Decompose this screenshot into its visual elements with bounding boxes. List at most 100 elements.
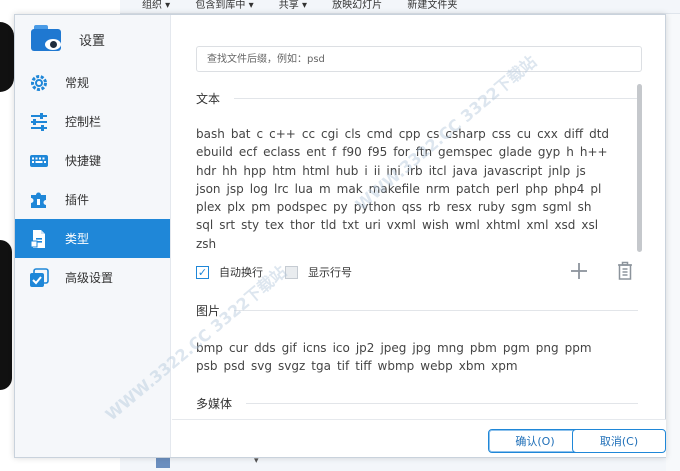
extension-tag[interactable]: html xyxy=(302,162,329,180)
extension-tag[interactable]: ebuild xyxy=(196,143,233,161)
extension-tag[interactable]: tga xyxy=(311,357,331,375)
extension-tag[interactable]: gif xyxy=(282,339,297,357)
extension-tag[interactable]: sty xyxy=(241,216,259,234)
extension-tag[interactable]: php xyxy=(525,180,548,198)
extension-tag[interactable]: psd xyxy=(224,357,246,375)
extension-tag[interactable]: log xyxy=(250,180,268,198)
extension-tag[interactable]: mak xyxy=(337,180,363,198)
extension-tag[interactable]: pgm xyxy=(503,339,530,357)
extension-tag[interactable]: hpp xyxy=(243,162,266,180)
extension-tag[interactable]: jsp xyxy=(227,180,244,198)
extension-tag[interactable]: lua xyxy=(295,180,313,198)
extension-tag[interactable]: uri xyxy=(365,216,381,234)
extension-tag[interactable]: dtd xyxy=(589,125,609,143)
extension-tag[interactable]: ftn xyxy=(416,143,432,161)
extension-tag[interactable]: ruby xyxy=(478,198,505,216)
extension-tag[interactable]: jpg xyxy=(412,339,431,357)
extension-tag[interactable]: cpp xyxy=(399,125,421,143)
sidebar-item-shortcuts[interactable]: 快捷键 xyxy=(15,141,170,180)
extension-tag[interactable]: wml xyxy=(455,216,480,234)
extension-tag[interactable]: diff xyxy=(564,125,583,143)
extension-tag[interactable]: zsh xyxy=(196,235,216,253)
extension-tag[interactable]: sh xyxy=(578,198,592,216)
ok-button[interactable]: 确认(O) xyxy=(488,429,582,453)
extension-tag[interactable]: irb xyxy=(407,162,423,180)
sidebar-item-control-bar[interactable]: 控制栏 xyxy=(15,102,170,141)
extension-tag[interactable]: jnlp xyxy=(548,162,570,180)
extension-tag[interactable]: xbm xyxy=(459,357,485,375)
extension-tag[interactable]: svg xyxy=(251,357,272,375)
extension-tag[interactable]: ppm xyxy=(565,339,592,357)
extension-tag[interactable]: json xyxy=(196,180,221,198)
extension-tag[interactable]: for xyxy=(393,143,410,161)
background-toolbar-item[interactable]: 新建文件夹 xyxy=(407,0,457,13)
extension-tag[interactable]: ent xyxy=(306,143,326,161)
extension-tag[interactable]: cur xyxy=(229,339,248,357)
extension-tag[interactable]: cls xyxy=(345,125,361,143)
extension-tag[interactable]: sql xyxy=(196,216,213,234)
content-scrollbar[interactable] xyxy=(637,84,642,252)
extension-tag[interactable]: c++ xyxy=(269,125,296,143)
extension-tag[interactable]: php4 xyxy=(554,180,584,198)
extension-tag[interactable]: f xyxy=(332,143,336,161)
extension-tag[interactable]: cc xyxy=(302,125,315,143)
extension-tag[interactable]: xhtml xyxy=(486,216,520,234)
extension-tag[interactable]: eclass xyxy=(263,143,300,161)
extension-tag[interactable]: tld xyxy=(321,216,337,234)
extension-tag[interactable]: gemspec xyxy=(438,143,493,161)
extension-tag[interactable]: cxx xyxy=(537,125,558,143)
extension-tag[interactable]: c xyxy=(257,125,264,143)
extension-tag[interactable]: m xyxy=(319,180,331,198)
extension-tag[interactable]: webp xyxy=(420,357,452,375)
extension-tag[interactable]: ecf xyxy=(239,143,257,161)
extension-tag[interactable]: js xyxy=(576,162,586,180)
extension-tag[interactable]: f95 xyxy=(368,143,388,161)
extension-tag[interactable]: vxml xyxy=(387,216,416,234)
background-toolbar-item[interactable]: 包含到库中 ▾ xyxy=(195,0,253,13)
sidebar-item-plugins[interactable]: 插件 xyxy=(15,180,170,219)
extension-tag[interactable]: gyp xyxy=(538,143,560,161)
line-numbers-checkbox[interactable] xyxy=(285,265,298,279)
extension-tag[interactable]: i xyxy=(364,162,367,180)
extension-tag[interactable]: py xyxy=(333,198,348,216)
extension-tag[interactable]: python xyxy=(354,198,396,216)
sidebar-item-advanced[interactable]: 高级设置 xyxy=(15,258,170,297)
extension-tag[interactable]: pl xyxy=(590,180,601,198)
extension-tag[interactable]: sgml xyxy=(543,198,572,216)
background-toolbar-item[interactable]: 放映幻灯片 xyxy=(332,0,382,13)
extension-tag[interactable]: nrm xyxy=(426,180,450,198)
extension-tag[interactable]: itcl xyxy=(429,162,447,180)
extension-tag[interactable]: lrc xyxy=(274,180,289,198)
add-extension-button[interactable] xyxy=(568,260,590,282)
extension-tag[interactable]: ii xyxy=(374,162,381,180)
extension-tag[interactable]: xpm xyxy=(491,357,517,375)
background-toolbar-item[interactable]: 共享 ▾ xyxy=(279,0,307,13)
extension-tag[interactable]: javascript xyxy=(484,162,543,180)
extension-tag[interactable]: tex xyxy=(265,216,284,234)
extension-tag[interactable]: css xyxy=(492,125,511,143)
extension-tag[interactable]: wbmp xyxy=(378,357,415,375)
extension-tag[interactable]: srt xyxy=(219,216,235,234)
extension-tag[interactable]: xsl xyxy=(581,216,598,234)
sidebar-item-general[interactable]: 常规 xyxy=(15,63,170,102)
extension-tag[interactable]: pm xyxy=(251,198,270,216)
extension-tag[interactable]: cu xyxy=(517,125,531,143)
cancel-button[interactable]: 取消(C) xyxy=(572,429,666,453)
extension-tag[interactable]: htm xyxy=(272,162,296,180)
extension-tag[interactable]: bat xyxy=(231,125,251,143)
extension-tag[interactable]: sgm xyxy=(511,198,537,216)
extension-tag[interactable]: hh xyxy=(222,162,237,180)
extension-tag[interactable]: xsd xyxy=(554,216,575,234)
extension-tag[interactable]: plx xyxy=(227,198,245,216)
extension-tag[interactable]: psb xyxy=(196,357,218,375)
extension-tag[interactable]: makefile xyxy=(369,180,420,198)
extension-tag[interactable]: perl xyxy=(496,180,519,198)
extension-tag[interactable]: jpeg xyxy=(380,339,406,357)
extension-tag[interactable]: patch xyxy=(456,180,490,198)
extension-tag[interactable]: qss xyxy=(402,198,422,216)
extension-tag[interactable]: pbm xyxy=(470,339,497,357)
word-wrap-checkbox[interactable] xyxy=(196,265,209,279)
extension-tag[interactable]: csharp xyxy=(445,125,485,143)
extension-tag[interactable]: hdr xyxy=(196,162,216,180)
extension-tag[interactable]: thor xyxy=(290,216,315,234)
